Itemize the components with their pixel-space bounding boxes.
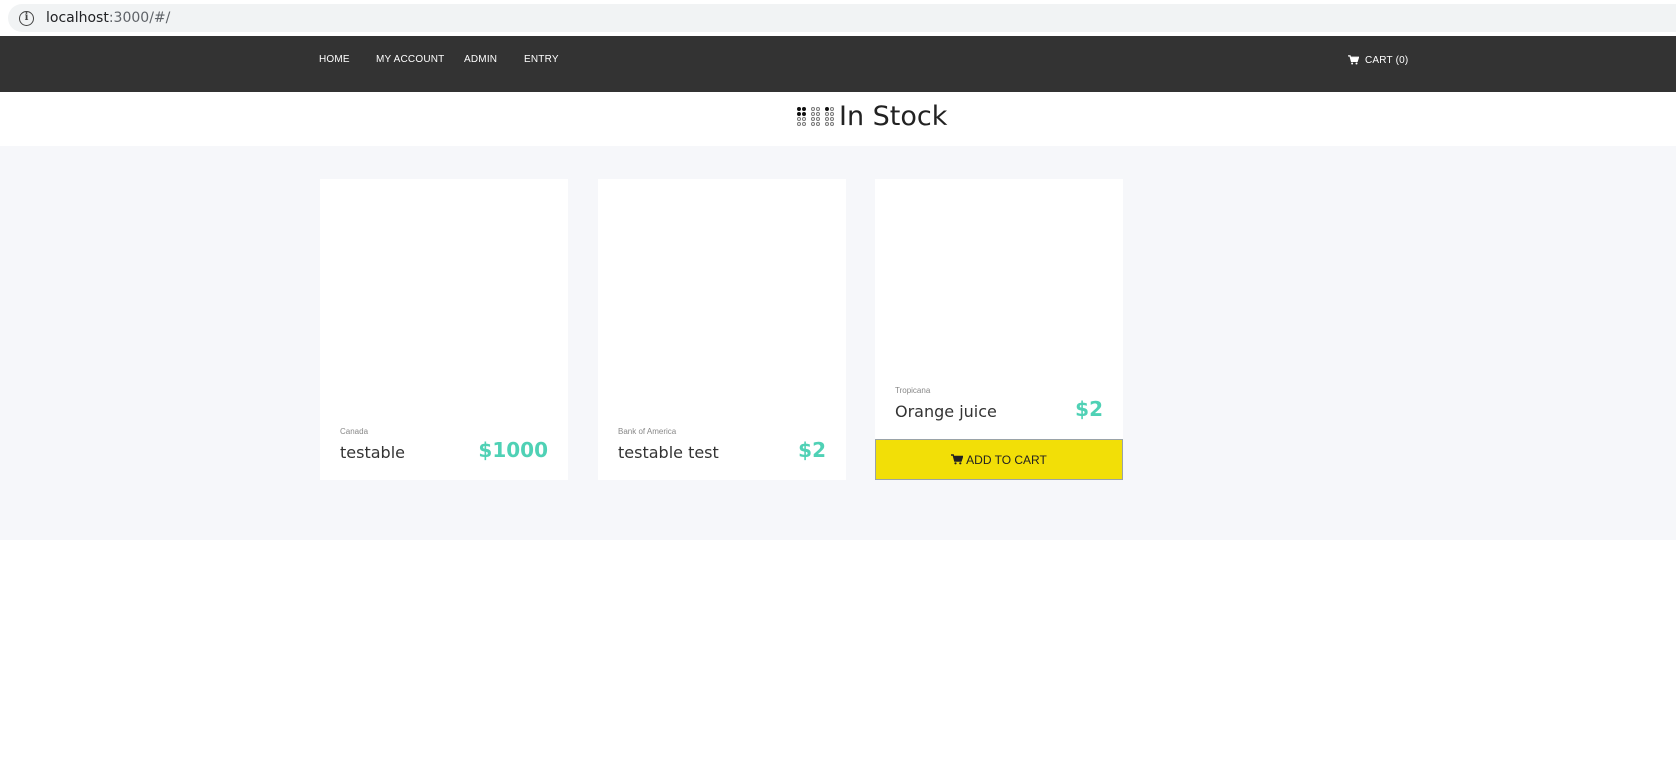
cart-icon bbox=[951, 454, 964, 465]
add-to-cart-label: ADD TO CART bbox=[966, 452, 1047, 467]
product-price: $1000 bbox=[478, 438, 548, 462]
nav-admin-link[interactable]: ADMIN bbox=[464, 36, 497, 92]
product-brand: Canada bbox=[340, 427, 369, 436]
add-to-cart-button[interactable]: ADD TO CART bbox=[875, 439, 1123, 480]
product-grid: Canada testable $1000 Bank of America te… bbox=[0, 146, 1676, 540]
product-name: testable test bbox=[618, 443, 719, 462]
url-field[interactable]: i localhost:3000/#/ bbox=[8, 4, 1676, 32]
url-text: localhost:3000/#/ bbox=[46, 10, 171, 26]
page-title-text: In Stock bbox=[839, 101, 948, 132]
cart-label: CART (0) bbox=[1365, 54, 1409, 66]
product-brand: Tropicana bbox=[895, 386, 931, 395]
nav-cart-link[interactable]: CART (0) bbox=[1348, 36, 1408, 84]
braille-icon bbox=[797, 106, 834, 127]
nav-my-account-link[interactable]: MY ACCOUNT bbox=[376, 36, 445, 92]
product-card[interactable]: Canada testable $1000 bbox=[320, 179, 568, 480]
product-name: Orange juice bbox=[895, 402, 997, 421]
product-card[interactable]: Tropicana Orange juice $2 ADD TO CART bbox=[875, 179, 1123, 480]
cart-icon bbox=[1348, 55, 1359, 65]
page-header: In Stock bbox=[0, 92, 1676, 146]
info-icon[interactable]: i bbox=[19, 10, 34, 26]
product-name: testable bbox=[340, 443, 405, 462]
page-title: In Stock bbox=[797, 101, 947, 132]
product-price: $2 bbox=[1075, 397, 1103, 421]
nav-home-link[interactable]: HOME bbox=[319, 36, 350, 92]
product-brand: Bank of America bbox=[618, 427, 677, 436]
browser-address-bar: i localhost:3000/#/ bbox=[0, 0, 1676, 36]
top-navbar: HOME MY ACCOUNT ADMIN ENTRY CART (0) bbox=[0, 36, 1676, 92]
product-price: $2 bbox=[798, 438, 826, 462]
product-card[interactable]: Bank of America testable test $2 bbox=[598, 179, 846, 480]
nav-entry-link[interactable]: ENTRY bbox=[524, 36, 559, 92]
